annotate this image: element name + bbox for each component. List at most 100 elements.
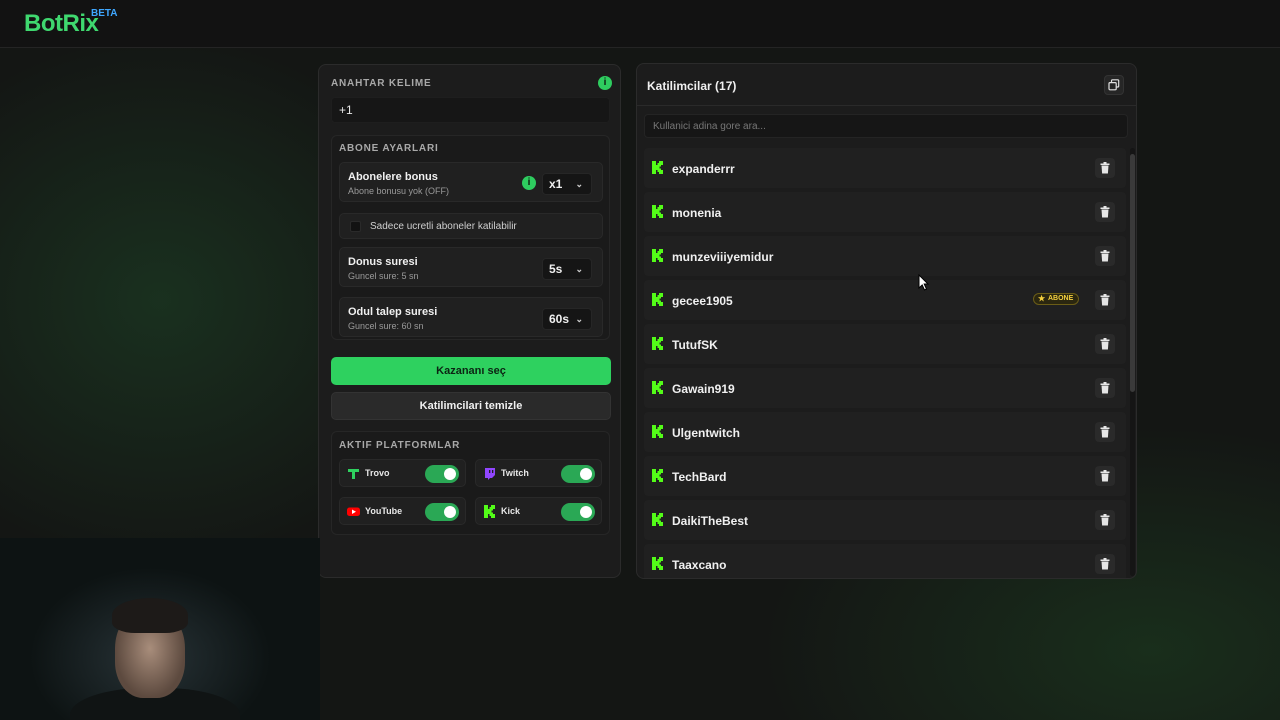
platform-toggle[interactable]: [425, 465, 459, 483]
kick-icon: [652, 469, 663, 482]
webcam-overlay: [0, 538, 320, 720]
duration-value: 5s: [549, 262, 563, 276]
app-logo[interactable]: BotRix: [24, 10, 99, 38]
platform-toggle[interactable]: [425, 503, 459, 521]
beta-label: BETA: [91, 8, 118, 19]
copy-button[interactable]: [1104, 75, 1124, 95]
paid-only-label: Sadece ucretli aboneler katilabilir: [370, 221, 517, 232]
star-icon: ★: [1038, 294, 1046, 303]
participant-row: DaikiTheBest: [644, 500, 1126, 540]
participant-username: munzeviiiyemidur: [672, 250, 774, 264]
participant-username: Gawain919: [672, 382, 735, 396]
keyword-input[interactable]: [331, 97, 610, 123]
participant-username: TechBard: [672, 470, 727, 484]
platforms-title: AKTIF PLATFORMLAR: [339, 440, 461, 451]
trash-icon: [1100, 206, 1110, 218]
trash-icon: [1100, 250, 1110, 262]
platform-youtube: YouTube: [339, 497, 466, 525]
kick-icon: [652, 205, 663, 218]
pick-winner-button[interactable]: Kazananı seç: [331, 357, 611, 385]
platform-name: YouTube: [365, 506, 403, 516]
delete-participant-button[interactable]: [1095, 378, 1115, 398]
delete-participant-button[interactable]: [1095, 466, 1115, 486]
kick-icon: [652, 381, 663, 394]
participant-row: Taaxcano: [644, 544, 1126, 578]
platform-toggle[interactable]: [561, 465, 595, 483]
participant-row: monenia: [644, 192, 1126, 232]
trash-icon: [1100, 382, 1110, 394]
paid-only-checkbox[interactable]: [350, 221, 361, 232]
participant-username: DaikiTheBest: [672, 514, 749, 528]
chevron-down-icon: ⌄: [575, 179, 583, 189]
trash-icon: [1100, 162, 1110, 174]
platform-kick: Kick: [475, 497, 602, 525]
subscriber-settings: ABONE AYARLARI Abonelere bonus Abone bon…: [331, 135, 610, 340]
copy-icon: [1108, 79, 1120, 91]
kick-icon: [652, 513, 663, 526]
platform-toggle[interactable]: [561, 503, 595, 521]
subscriber-bonus-row: Abonelere bonus Abone bonusu yok (OFF) i…: [339, 162, 603, 202]
delete-participant-button[interactable]: [1095, 554, 1115, 574]
participants-header: Katilimcilar (17): [637, 64, 1136, 106]
subscriber-bonus-select[interactable]: x1 ⌄: [542, 173, 592, 195]
participant-row: TutufSK: [644, 324, 1126, 364]
delete-participant-button[interactable]: [1095, 422, 1115, 442]
participant-row: munzeviiiyemidur: [644, 236, 1126, 276]
chevron-down-icon: ⌄: [575, 264, 583, 274]
scrollbar-thumb[interactable]: [1130, 154, 1135, 392]
participant-row: Ulgentwitch: [644, 412, 1126, 452]
subscriber-badge-label: ABONE: [1048, 295, 1074, 302]
duration-sub: Guncel sure: 5 sn: [348, 271, 419, 281]
participant-username: monenia: [672, 206, 722, 220]
paid-only-row[interactable]: Sadece ucretli aboneler katilabilir: [339, 213, 603, 239]
duration-row: Donus suresi Guncel sure: 5 sn 5s ⌄: [339, 247, 603, 287]
delete-participant-button[interactable]: [1095, 510, 1115, 530]
claim-select[interactable]: 60s ⌄: [542, 308, 592, 330]
platform-name: Kick: [501, 506, 521, 516]
participant-username: Taaxcano: [672, 558, 727, 572]
claim-sub: Guncel sure: 60 sn: [348, 321, 424, 331]
trash-icon: [1100, 426, 1110, 438]
participant-list: expanderrr monenia munzeviiiyemidur gecee19…: [644, 148, 1126, 578]
participants-title: Katilimcilar (17): [647, 79, 737, 93]
platform-name: Trovo: [365, 468, 390, 478]
delete-participant-button[interactable]: [1095, 246, 1115, 266]
participant-row: TechBard: [644, 456, 1126, 496]
kick-icon: [652, 557, 663, 570]
kick-icon: [652, 337, 663, 350]
platform-twitch: Twitch: [475, 459, 602, 487]
kick-icon: [652, 161, 663, 174]
trash-icon: [1100, 558, 1110, 570]
youtube-icon: [347, 507, 360, 516]
duration-label: Donus suresi: [348, 256, 418, 268]
clear-participants-button[interactable]: Katilimcilari temizle: [331, 392, 611, 420]
delete-participant-button[interactable]: [1095, 290, 1115, 310]
subscriber-bonus-value: x1: [549, 177, 563, 191]
kick-icon: [652, 249, 663, 262]
trash-icon: [1100, 470, 1110, 482]
platforms-section: AKTIF PLATFORMLAR Trovo Twitch YouTube K…: [331, 431, 610, 535]
subscriber-badge: ★ ABONE: [1033, 293, 1080, 305]
info-icon[interactable]: i: [522, 176, 536, 190]
trash-icon: [1100, 294, 1110, 306]
participant-username: Ulgentwitch: [672, 426, 740, 440]
participant-search-input[interactable]: [644, 114, 1128, 138]
mouse-cursor-icon: [918, 274, 930, 291]
delete-participant-button[interactable]: [1095, 202, 1115, 222]
delete-participant-button[interactable]: [1095, 158, 1115, 178]
participant-row: gecee1905 ★ ABONE: [644, 280, 1126, 320]
info-icon[interactable]: i: [598, 76, 612, 90]
subscriber-bonus-sub: Abone bonusu yok (OFF): [348, 186, 450, 196]
kick-icon: [652, 425, 663, 438]
webcam-person-hair: [112, 598, 188, 633]
kick-icon: [652, 293, 663, 306]
participant-row: expanderrr: [644, 148, 1126, 188]
claim-row: Odul talep suresi Guncel sure: 60 sn 60s…: [339, 297, 603, 337]
twitch-icon: [485, 468, 495, 480]
trash-icon: [1100, 338, 1110, 350]
duration-select[interactable]: 5s ⌄: [542, 258, 592, 280]
participant-row: Gawain919: [644, 368, 1126, 408]
chevron-down-icon: ⌄: [575, 314, 583, 324]
delete-participant-button[interactable]: [1095, 334, 1115, 354]
scrollbar[interactable]: [1130, 148, 1135, 576]
